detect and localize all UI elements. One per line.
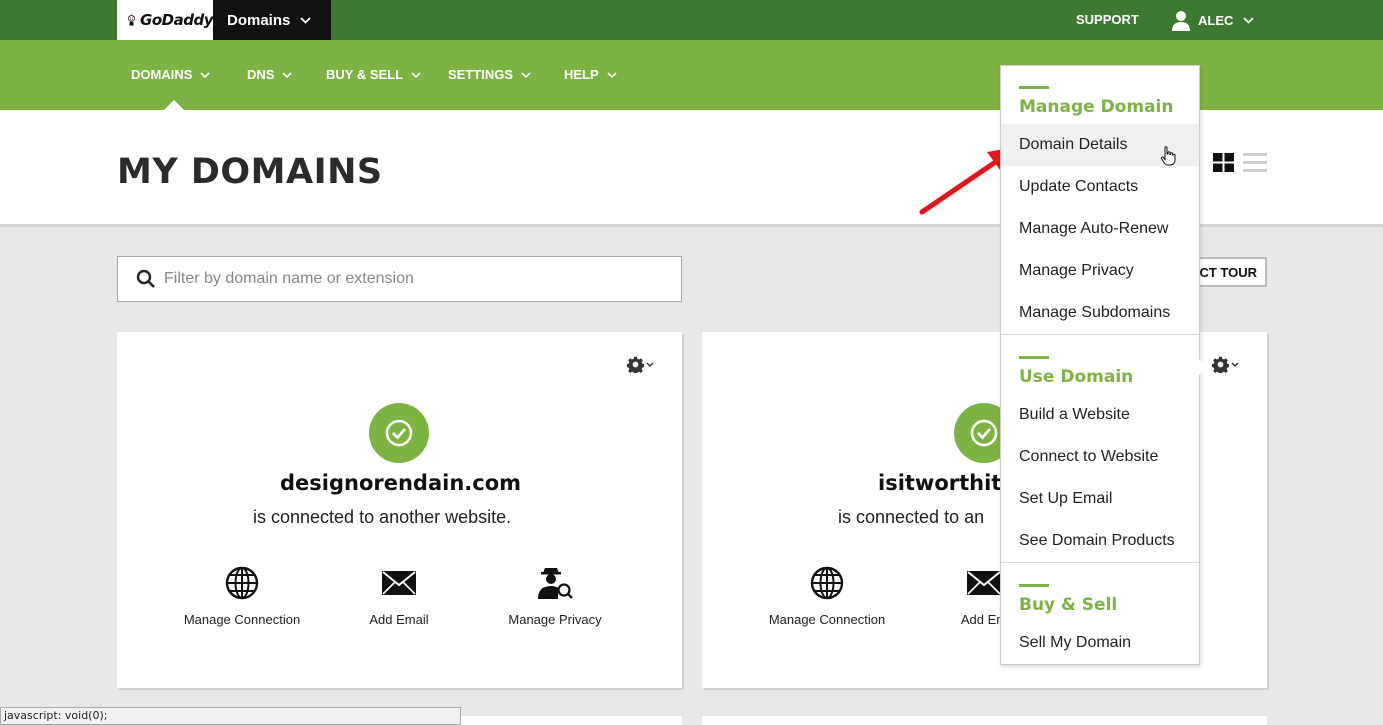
chevron-down-icon: [282, 71, 293, 78]
domain-name-link[interactable]: designorendain.com: [280, 471, 521, 495]
check-circle-icon: [385, 419, 413, 447]
user-icon: [1172, 11, 1190, 31]
menu-heading-buy-sell: Buy & Sell: [1019, 595, 1118, 615]
list-view-icon[interactable]: [1243, 153, 1267, 172]
menu-item-sell-my-domain[interactable]: Sell My Domain: [1001, 622, 1199, 664]
gear-icon: [627, 356, 644, 373]
nav-label: SETTINGS: [448, 67, 514, 82]
menu-divider: [1001, 562, 1199, 563]
nav-domains[interactable]: DOMAINS: [131, 67, 210, 82]
top-bar: GoDaddy Domains SUPPORT ALEC: [0, 0, 1383, 40]
gear-icon: [1212, 356, 1229, 373]
chevron-down-icon: [1243, 16, 1255, 24]
envelope-icon: [382, 571, 416, 595]
menu-item-see-domain-products[interactable]: See Domain Products: [1001, 520, 1199, 562]
menu-item-manage-subdomains[interactable]: Manage Subdomains: [1001, 292, 1199, 334]
nav-label: DNS: [247, 67, 275, 82]
section-accent-bar: [1019, 356, 1049, 359]
chevron-down-icon: [1231, 362, 1239, 367]
card-settings-menu[interactable]: [1212, 356, 1239, 373]
active-nav-pointer: [164, 100, 184, 110]
globe-icon: [225, 566, 259, 600]
manage-privacy-action[interactable]: Manage Privacy: [480, 566, 630, 627]
account-menu[interactable]: ALEC: [1170, 8, 1255, 32]
section-accent-bar: [1019, 584, 1049, 587]
nav-label: BUY & SELL: [326, 67, 404, 82]
domain-card: designorendain.com is connected to anoth…: [117, 332, 682, 688]
logo-text: GoDaddy: [140, 11, 213, 29]
action-label: Manage Connection: [768, 612, 886, 627]
domain-card-partial: [702, 716, 1267, 725]
connected-status-icon: [369, 403, 429, 463]
browser-status-bar: javascript: void(0);: [0, 707, 461, 725]
hand-cursor-icon: [1160, 146, 1176, 166]
nav-settings[interactable]: SETTINGS: [448, 67, 531, 82]
chevron-down-icon: [200, 71, 210, 78]
nav-dns[interactable]: DNS: [247, 67, 293, 82]
godaddy-logo[interactable]: GoDaddy: [117, 0, 213, 40]
menu-item-build-website[interactable]: Build a Website: [1001, 394, 1199, 436]
menu-item-update-contacts[interactable]: Update Contacts: [1001, 166, 1199, 208]
manage-connection-action[interactable]: Manage Connection: [167, 566, 317, 627]
account-name: ALEC: [1198, 12, 1234, 28]
action-label: Manage Privacy: [508, 612, 602, 627]
domain-status-text: is connected to an: [838, 507, 985, 527]
domain-name-link[interactable]: isitworthitg: [878, 471, 1016, 495]
nav-label: HELP: [564, 67, 599, 82]
nav-help[interactable]: HELP: [564, 67, 617, 82]
menu-heading-use-domain: Use Domain: [1019, 367, 1134, 387]
card-settings-menu[interactable]: [627, 356, 654, 373]
globe-icon: [810, 566, 844, 600]
product-label: Domains: [227, 11, 291, 29]
action-label: Manage Connection: [183, 612, 301, 627]
privacy-agent-icon: [538, 568, 573, 599]
chevron-down-icon: [521, 71, 531, 78]
menu-item-manage-privacy[interactable]: Manage Privacy: [1001, 250, 1199, 292]
menu-item-manage-auto-renew[interactable]: Manage Auto-Renew: [1001, 208, 1199, 250]
section-accent-bar: [1019, 86, 1049, 89]
page-title: MY DOMAINS: [117, 152, 383, 192]
menu-pointer: [1196, 356, 1207, 378]
support-link[interactable]: SUPPORT: [1076, 12, 1139, 27]
grid-view-icon[interactable]: [1213, 153, 1234, 172]
check-circle-icon: [970, 419, 998, 447]
domains-product-menu[interactable]: Domains: [213, 0, 331, 40]
manage-connection-action[interactable]: Manage Connection: [752, 566, 902, 627]
menu-item-connect-website[interactable]: Connect to Website: [1001, 436, 1199, 478]
menu-heading-manage-domain: Manage Domain: [1019, 97, 1174, 117]
nav-label: DOMAINS: [131, 67, 193, 82]
add-email-action[interactable]: Add Email: [324, 566, 474, 627]
chevron-down-icon: [646, 362, 654, 367]
chevron-down-icon: [411, 71, 421, 78]
godaddy-mascot-icon: [128, 14, 135, 26]
menu-divider: [1001, 334, 1199, 335]
menu-item-set-up-email[interactable]: Set Up Email: [1001, 478, 1199, 520]
action-label: Add Email: [369, 612, 429, 627]
envelope-icon: [967, 571, 1001, 595]
search-icon: [136, 269, 155, 288]
domain-status-text: is connected to another website.: [253, 507, 512, 527]
chevron-down-icon: [300, 16, 311, 24]
domain-filter-input[interactable]: [164, 270, 644, 288]
chevron-down-icon: [607, 71, 617, 78]
nav-buy-sell[interactable]: BUY & SELL: [326, 67, 421, 82]
domain-filter: [117, 256, 682, 302]
